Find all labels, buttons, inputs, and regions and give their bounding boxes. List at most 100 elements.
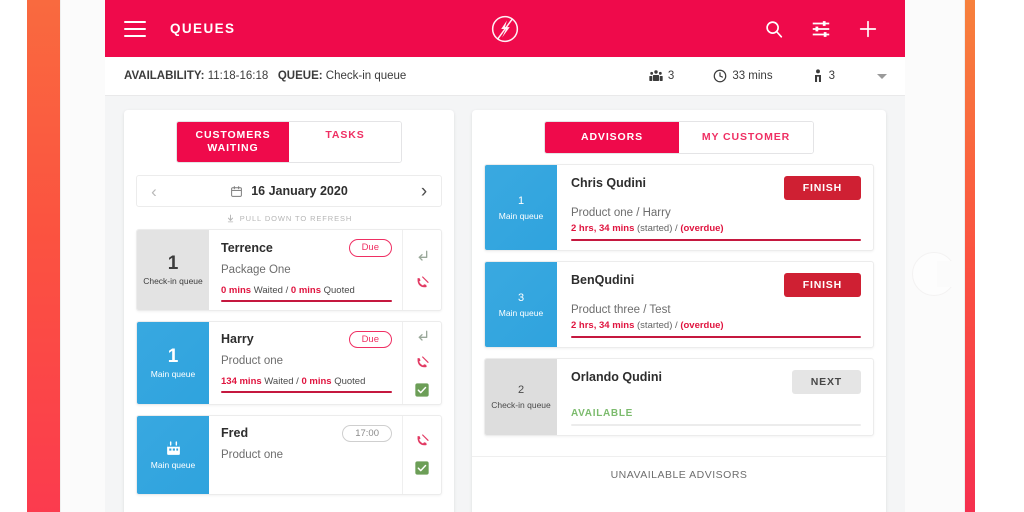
queue-label: QUEUE: (277, 70, 323, 82)
advisor-meta: 2 hrs, 34 mins (started) / (overdue) (571, 320, 861, 331)
filter-sliders-icon[interactable] (810, 18, 832, 40)
person-standing-icon (814, 69, 821, 82)
customer-wait-meta: 0 mins Waited / 0 mins Quoted (221, 285, 392, 296)
advisor-name: Chris Qudini (571, 176, 646, 190)
page-title: QUEUES (170, 21, 236, 36)
advisor-name: BenQudini (571, 273, 635, 287)
advisor-overdue-label: (overdue) (680, 223, 724, 234)
app-header-bar: QUEUES (105, 0, 905, 57)
customer-card[interactable]: 1 Check-in queue Terrence Due Package On… (136, 229, 442, 311)
calendar-icon (166, 440, 180, 455)
left-tab-group: CUSTOMERS WAITING TASKS (176, 121, 402, 163)
customer-card[interactable]: Main queue Fred 17:00 Product one (136, 414, 442, 495)
screenshot-root: QUEUES AVAILABILITY: 11:18-16:18 QUEUE: … (0, 0, 1024, 512)
return-arrow-icon[interactable] (414, 328, 430, 344)
finish-button[interactable]: FINISH (783, 273, 861, 297)
advisor-queue-badge: 1 Main queue (485, 165, 557, 250)
customer-waited-value: 0 mins (221, 284, 252, 296)
search-icon[interactable] (763, 18, 785, 40)
advisor-progress-bar (571, 424, 861, 426)
chevron-right-icon[interactable]: › (407, 182, 441, 201)
tablet-device-frame: QUEUES AVAILABILITY: 11:18-16:18 QUEUE: … (60, 0, 965, 512)
status-badge: Due (348, 239, 392, 257)
plus-icon[interactable] (857, 18, 879, 40)
stat-waiting-customers: 3 (648, 68, 674, 84)
customers-waiting-panel: CUSTOMERS WAITING TASKS ‹ 16 January 202… (124, 110, 454, 512)
advisor-elapsed-time: 2 hrs, 34 mins (571, 223, 635, 234)
customer-waited-value: 134 mins (221, 376, 262, 387)
advisor-card[interactable]: 3 Main queue BenQudini FINISH Product th… (484, 261, 874, 348)
next-button[interactable]: NEXT (791, 370, 861, 394)
customer-wait-meta: 134 mins Waited / 0 mins Quoted (221, 376, 392, 387)
decorative-gradient-rail-left (27, 0, 60, 512)
check-square-icon[interactable] (414, 382, 430, 398)
availability-stats: 3 33 mins 3 (648, 68, 887, 84)
advisor-queue-number: 2 (517, 384, 525, 396)
calendar-icon (231, 185, 243, 197)
download-arrow-icon (227, 214, 233, 223)
finish-button[interactable]: FINISH (783, 176, 861, 200)
customer-quoted-value: 0 mins (290, 284, 321, 296)
customer-queue-name: Main queue (150, 459, 196, 470)
clock-icon (713, 69, 727, 83)
chevron-down-icon[interactable] (877, 73, 887, 79)
advisor-queue-badge: 2 Check-in queue (485, 359, 557, 435)
advisor-card-body: Orlando Qudini NEXT AVAILABLE (557, 359, 873, 435)
customer-card-list: 1 Check-in queue Terrence Due Package On… (124, 229, 454, 512)
hamburger-icon[interactable] (124, 20, 146, 37)
header-actions (763, 18, 879, 40)
pull-to-refresh-label: PULL DOWN TO REFRESH (239, 214, 353, 223)
customer-product: Package One (221, 263, 291, 276)
customer-quoted-suffix: Quoted (321, 284, 355, 296)
phone-missed-icon[interactable] (414, 433, 430, 449)
status-badge: 17:00 (342, 424, 392, 442)
advisor-card[interactable]: 1 Main queue Chris Qudini FINISH Product… (484, 164, 874, 251)
pull-to-refresh-hint: PULL DOWN TO REFRESH (124, 207, 454, 229)
tab-my-customer[interactable]: MY CUSTOMER (679, 122, 813, 153)
customer-waited-suffix: Waited / (251, 284, 291, 296)
date-navigator: ‹ 16 January 2020 › (136, 175, 442, 207)
advisor-progress-bar (571, 336, 861, 338)
phone-missed-icon[interactable] (414, 275, 430, 291)
tab-customers-waiting[interactable]: CUSTOMERS WAITING (177, 122, 289, 162)
phone-missed-icon[interactable] (414, 355, 430, 371)
date-display[interactable]: 16 January 2020 (171, 184, 407, 198)
customer-name: Fred (221, 426, 249, 441)
availability-label: AVAILABILITY: (124, 70, 205, 82)
customer-quoted-suffix: Quoted (331, 376, 366, 387)
right-tab-group: ADVISORS MY CUSTOMER (544, 121, 814, 154)
customer-name: Terrence (221, 240, 273, 255)
customer-card[interactable]: 1 Main queue Harry Due Product one 134 m… (136, 320, 442, 405)
return-arrow-icon[interactable] (414, 248, 430, 264)
customer-name: Harry (221, 332, 254, 347)
availability-bar: AVAILABILITY: 11:18-16:18 QUEUE: Check-i… (105, 57, 905, 96)
bezel-edge-right (964, 0, 965, 512)
advisor-queue-name: Main queue (498, 210, 544, 221)
tab-tasks[interactable]: TASKS (289, 122, 401, 162)
customer-product: Product one (221, 355, 284, 367)
bezel-edge-left (60, 0, 61, 512)
stat-wait-time-value: 33 mins (732, 70, 773, 82)
chevron-left-icon[interactable]: ‹ (137, 183, 171, 200)
availability-value: 11:18-16:18 (207, 70, 269, 82)
stat-wait-time: 33 mins (712, 68, 773, 84)
advisor-card-body: Chris Qudini FINISH Product one / Harry … (557, 165, 873, 250)
customer-queue-badge: 1 Main queue (137, 321, 209, 404)
advisor-started-label: (started) / (634, 223, 681, 234)
customer-card-actions (402, 321, 441, 404)
check-square-icon[interactable] (414, 460, 430, 476)
advisor-card[interactable]: 2 Check-in queue Orlando Qudini NEXT AVA… (484, 358, 874, 436)
customer-card-body: Fred 17:00 Product one (209, 416, 402, 494)
tab-advisors[interactable]: ADVISORS (545, 122, 679, 153)
right-panel-tabs: ADVISORS MY CUSTOMER (472, 110, 886, 164)
customer-waited-suffix: Waited / (261, 376, 302, 387)
customer-progress-bar (221, 391, 392, 393)
qudini-logo-icon (491, 15, 519, 42)
advisor-name: Orlando Qudini (571, 370, 662, 384)
advisor-progress-bar (571, 239, 861, 241)
advisor-elapsed-time: 2 hrs, 34 mins (571, 320, 635, 331)
tablet-home-button[interactable] (912, 252, 959, 296)
advisor-queue-badge: 3 Main queue (485, 262, 557, 347)
main-columns: CUSTOMERS WAITING TASKS ‹ 16 January 202… (105, 96, 905, 512)
advisor-detail: Product one / Harry (571, 207, 671, 219)
